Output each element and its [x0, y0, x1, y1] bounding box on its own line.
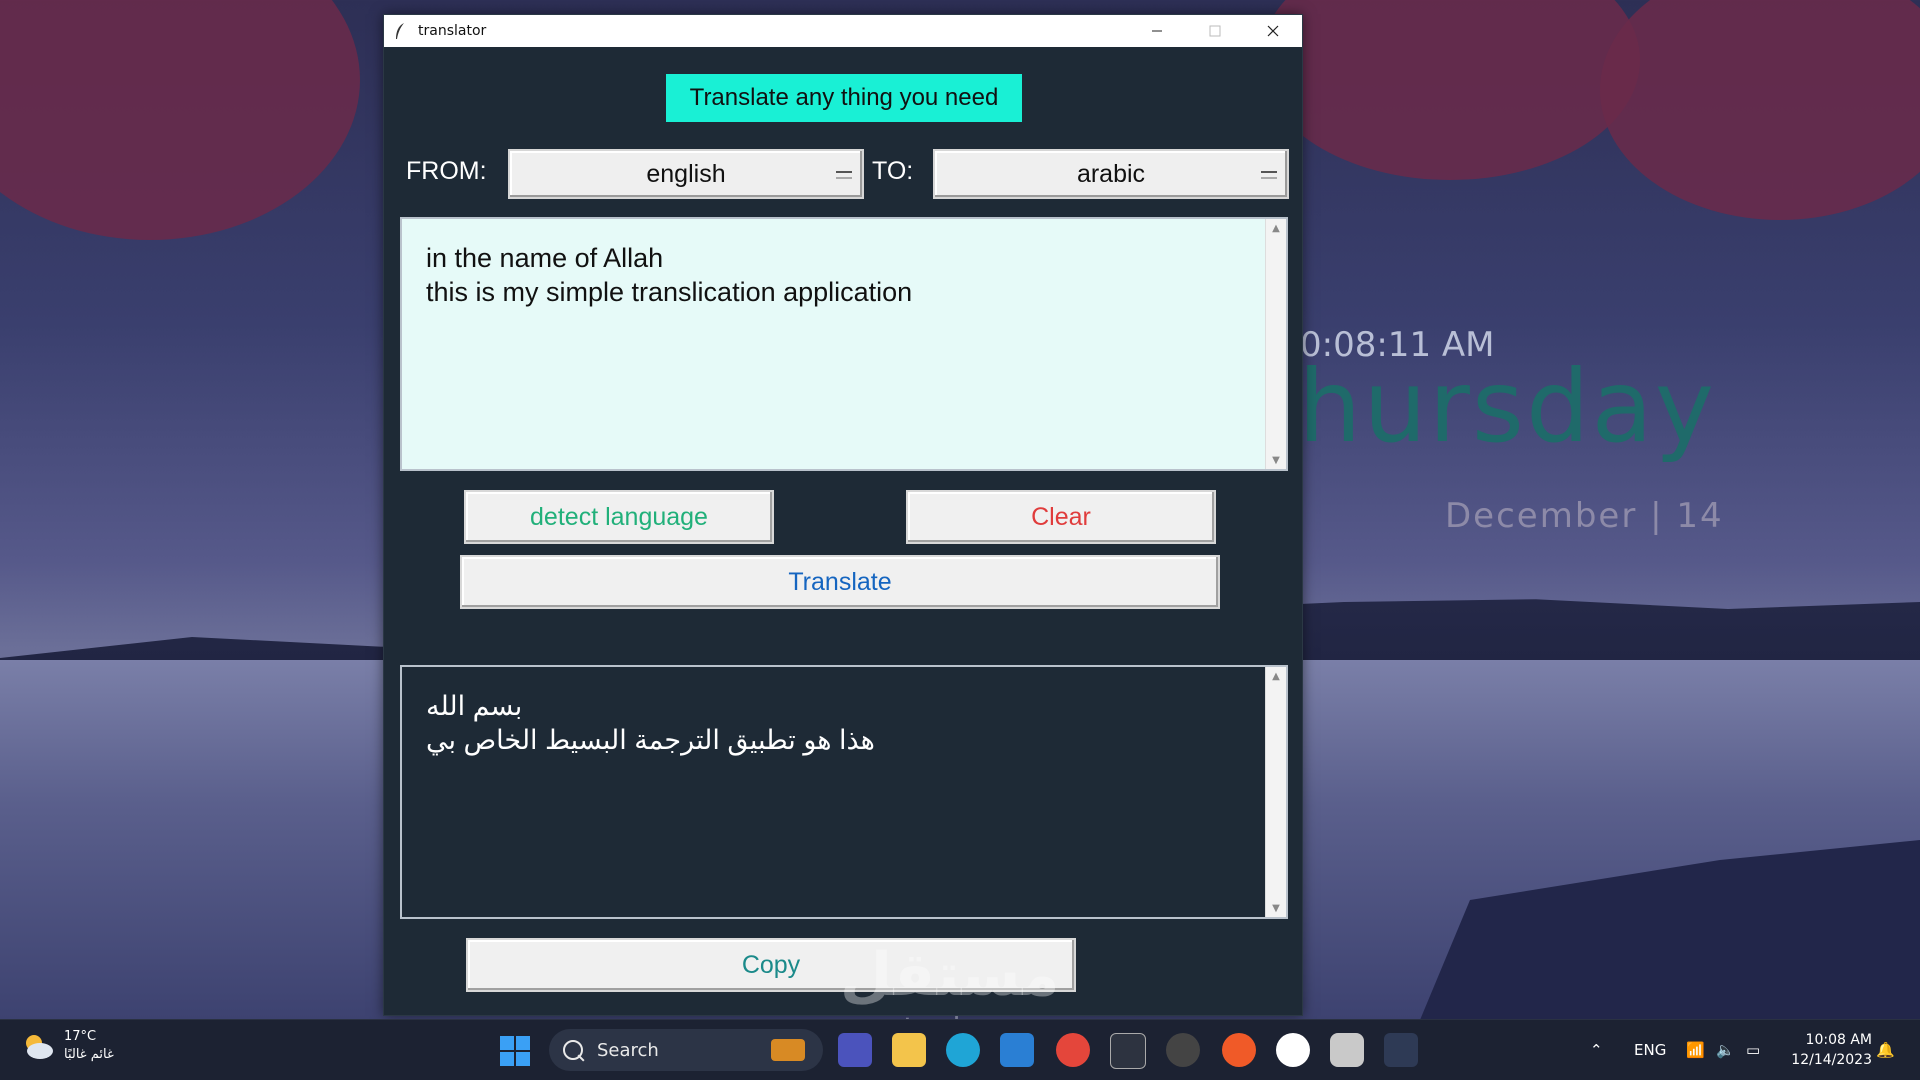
title-bar[interactable]: translator [384, 15, 1302, 47]
postman-icon[interactable] [1222, 1033, 1256, 1067]
output-scrollbar[interactable]: ▲ ▼ [1265, 667, 1286, 917]
desktop-clock-day: hursday [1298, 348, 1716, 465]
window-title: translator [418, 23, 487, 39]
windows-icon [500, 1052, 514, 1066]
window-controls [1128, 15, 1302, 47]
mongodb-icon[interactable] [1276, 1033, 1310, 1067]
scroll-down-icon[interactable]: ▼ [1266, 451, 1286, 469]
cloud-sun-icon [20, 1031, 54, 1061]
to-language-value: arabic [1076, 159, 1146, 188]
output-textbox[interactable]: بسم الله هذا هو تطبيق الترجمة البسيط الخ… [400, 665, 1288, 919]
watermark-logo: مستقل [840, 940, 1060, 1010]
weather-temp: 17°C [64, 1029, 97, 1044]
language-indicator[interactable]: ENG [1634, 1020, 1666, 1080]
scroll-up-icon[interactable]: ▲ [1266, 219, 1286, 237]
teams-icon[interactable] [838, 1033, 872, 1067]
minimize-button[interactable] [1128, 15, 1186, 47]
scroll-down-icon[interactable]: ▼ [1266, 899, 1286, 917]
input-textbox[interactable]: in the name of Allah this is my simple t… [400, 217, 1288, 471]
clear-button[interactable]: Clear [906, 490, 1216, 544]
translator-window: translator Translate any thing you need … [383, 14, 1303, 1016]
app-heading: Translate any thing you need [666, 74, 1022, 122]
translate-button[interactable]: Translate [460, 555, 1220, 609]
desktop-clock-date: December | 14 [1445, 496, 1724, 536]
close-button[interactable] [1244, 15, 1302, 47]
input-text: in the name of Allah this is my simple t… [426, 243, 913, 307]
battery-icon[interactable]: ▭ [1746, 1020, 1760, 1080]
from-language-select[interactable]: english [508, 149, 864, 199]
terminal-icon[interactable] [1110, 1033, 1146, 1069]
to-language-select[interactable]: arabic [933, 149, 1289, 199]
briefcase-icon [771, 1039, 805, 1061]
output-text: بسم الله هذا هو تطبيق الترجمة البسيط الخ… [426, 691, 875, 755]
detect-language-button[interactable]: detect language [464, 490, 774, 544]
windows-icon [516, 1052, 530, 1066]
notification-icon[interactable]: 🔔 [1876, 1020, 1895, 1080]
file-explorer-icon[interactable] [892, 1033, 926, 1067]
maximize-button[interactable] [1186, 15, 1244, 47]
from-label: FROM: [406, 157, 487, 185]
taskbar-date: 12/14/2023 [1791, 1052, 1872, 1068]
scroll-up-icon[interactable]: ▲ [1266, 667, 1286, 685]
search-icon [563, 1040, 583, 1060]
volume-icon[interactable]: 🔈 [1716, 1020, 1735, 1080]
windows-icon [516, 1036, 530, 1050]
taskbar-clock[interactable]: 10:08 AM 12/14/2023 [1791, 1030, 1872, 1070]
feather-icon [392, 22, 408, 40]
dropdown-icon [836, 171, 852, 179]
start-button[interactable] [500, 1036, 530, 1066]
taskbar: 17°C غائم غالبًا Search ⌃ ENG 📶 🔈 ▭ 10:0… [0, 1019, 1920, 1080]
input-scrollbar[interactable]: ▲ ▼ [1265, 219, 1286, 469]
edge-icon[interactable] [946, 1033, 980, 1067]
tree-foliage-far-right [1600, 0, 1920, 220]
obs-icon[interactable] [1166, 1033, 1200, 1067]
search-label: Search [597, 1039, 659, 1061]
database-icon[interactable] [1330, 1033, 1364, 1067]
to-label: TO: [872, 157, 914, 185]
dropdown-icon [1261, 171, 1277, 179]
windows-icon [500, 1036, 514, 1050]
from-language-value: english [646, 159, 726, 188]
tree-foliage-right [1260, 0, 1640, 180]
chrome-icon[interactable] [1056, 1033, 1090, 1067]
weather-widget[interactable]: 17°C غائم غالبًا [20, 1028, 114, 1064]
taskbar-time: 10:08 AM [1805, 1032, 1872, 1048]
weather-desc: غائم غالبًا [64, 1047, 114, 1062]
tree-foliage-left [0, 0, 360, 240]
tray-chevron-icon[interactable]: ⌃ [1590, 1020, 1603, 1080]
feather-app-icon[interactable] [1384, 1033, 1418, 1067]
vscode-icon[interactable] [1000, 1033, 1034, 1067]
wifi-icon[interactable]: 📶 [1686, 1020, 1705, 1080]
taskbar-search[interactable]: Search [549, 1029, 823, 1071]
